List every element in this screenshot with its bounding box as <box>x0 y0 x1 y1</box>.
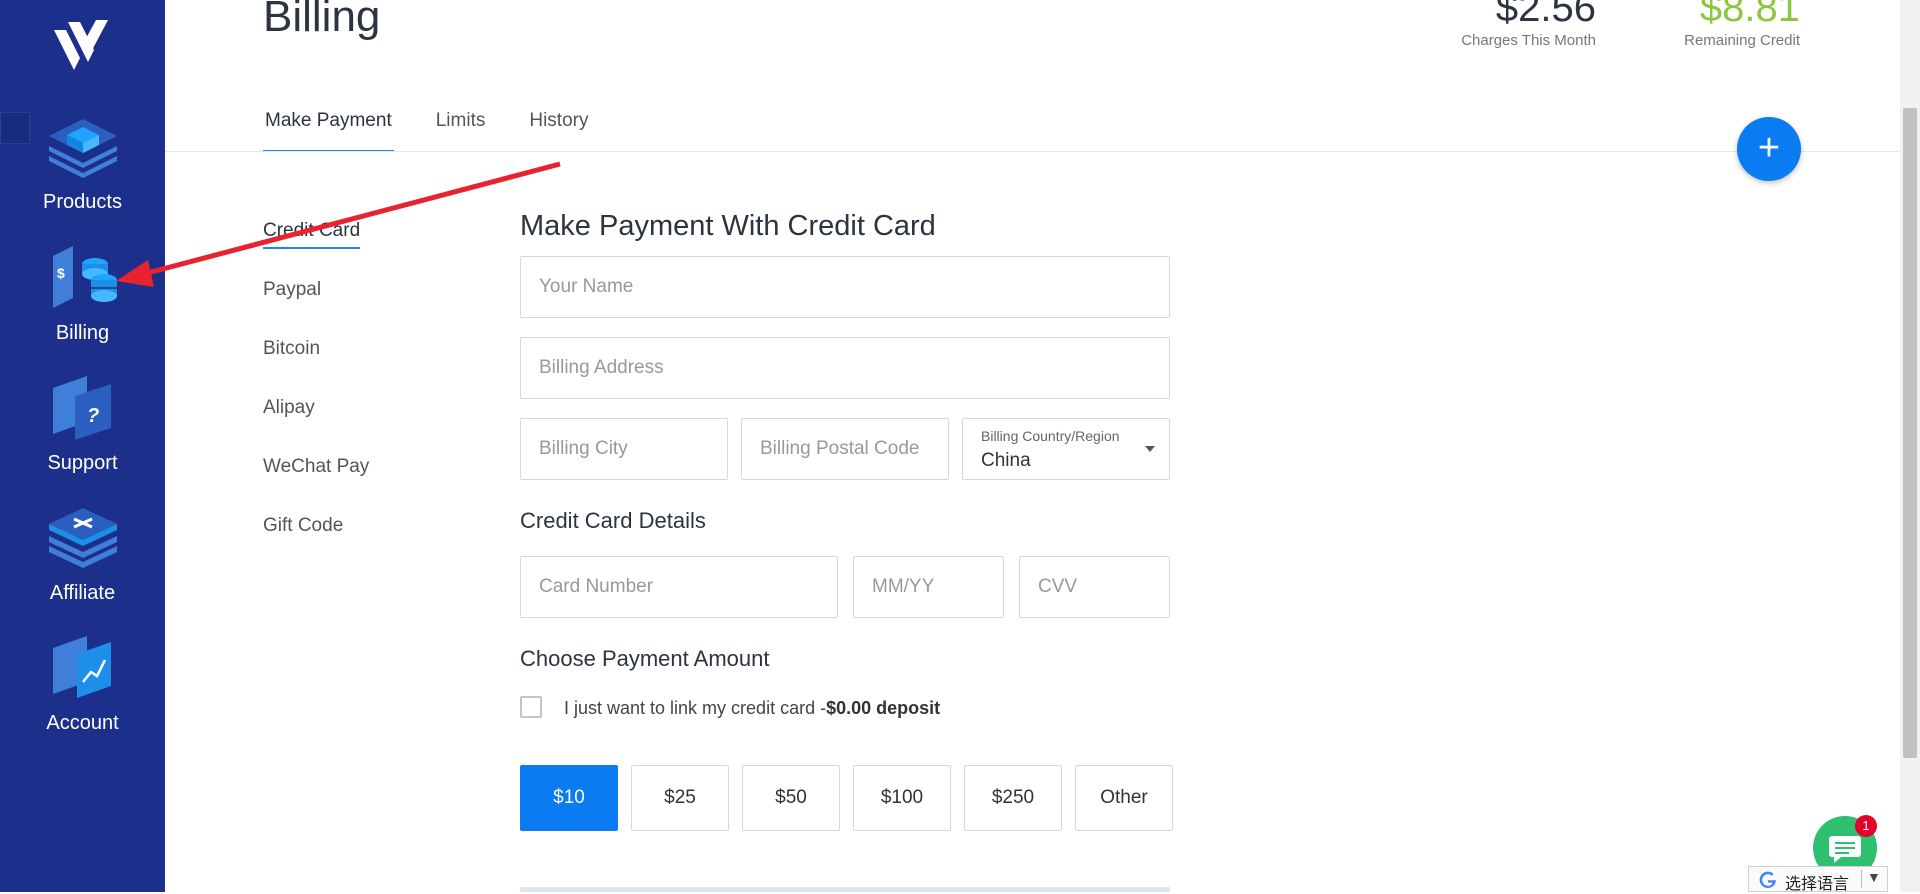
charges-value: $2.56 <box>1495 0 1596 30</box>
affiliate-icon <box>48 508 117 568</box>
sidebar-item-products[interactable]: Products <box>0 105 165 214</box>
submit-area-edge <box>520 887 1170 892</box>
amount-50-button[interactable]: $50 <box>742 765 840 831</box>
sidebar-item-label: Billing <box>55 322 110 344</box>
cvv-input[interactable] <box>1019 556 1170 618</box>
billing-icon: $ <box>52 246 117 308</box>
sidebar-item-label: Account <box>46 712 119 734</box>
tab-history[interactable]: History <box>527 110 590 152</box>
form-title: Make Payment With Credit Card <box>520 210 936 242</box>
link-card-label: I just want to link my credit card -$0.0… <box>564 698 940 719</box>
sidebar-item-billing[interactable]: $ Billing <box>0 236 165 345</box>
method-wechat-pay[interactable]: WeChat Pay <box>263 456 369 515</box>
amount-options: $10 $25 $50 $100 $250 Other <box>520 765 1173 831</box>
method-gift-code[interactable]: Gift Code <box>263 515 369 574</box>
credit-stat: $8.81 Remaining Credit <box>1684 0 1800 49</box>
sidebar-item-support[interactable]: ? Support <box>0 366 165 475</box>
method-alipay[interactable]: Alipay <box>263 397 369 456</box>
language-divider <box>1861 870 1862 888</box>
billing-city-input[interactable] <box>520 418 728 480</box>
page-title: Billing <box>263 0 381 41</box>
payment-method-list: Credit Card Paypal Bitcoin Alipay WeChat… <box>263 220 369 574</box>
name-input[interactable] <box>520 256 1170 318</box>
billing-tabs: Make Payment Limits History <box>263 110 630 152</box>
deposit-amount: $0.00 deposit <box>826 698 941 718</box>
link-card-checkbox[interactable] <box>520 696 542 718</box>
amount-250-button[interactable]: $250 <box>964 765 1062 831</box>
card-number-input[interactable] <box>520 556 838 618</box>
sidebar-item-label: Products <box>43 191 122 213</box>
amount-100-button[interactable]: $100 <box>853 765 951 831</box>
tab-make-payment[interactable]: Make Payment <box>263 110 394 152</box>
method-label: Credit Card <box>263 220 361 249</box>
amount-other-button[interactable]: Other <box>1075 765 1173 831</box>
sidebar-item-label: Support <box>47 452 118 474</box>
products-icon <box>48 119 117 178</box>
language-label: 选择语言 <box>1785 876 1850 893</box>
country-select-label: Billing Country/Region <box>981 428 1120 444</box>
method-paypal[interactable]: Paypal <box>263 279 369 338</box>
expiry-input[interactable] <box>853 556 1004 618</box>
charges-label: Charges This Month <box>1461 32 1596 49</box>
amount-10-button[interactable]: $10 <box>520 765 618 831</box>
charges-stat: $2.56 Charges This Month <box>1461 0 1596 49</box>
language-selector[interactable]: 选择语言 ▼ <box>1748 866 1888 893</box>
page-scrollbar[interactable] <box>1900 0 1920 892</box>
account-icon <box>52 636 111 698</box>
vultr-logo[interactable] <box>50 18 112 74</box>
sidebar-item-affiliate[interactable]: Affiliate <box>0 496 165 605</box>
sidebar-item-account[interactable]: Account <box>0 626 165 735</box>
payment-amount-heading: Choose Payment Amount <box>520 646 770 671</box>
card-details-heading: Credit Card Details <box>520 508 706 533</box>
sidebar-item-label: Affiliate <box>49 582 116 604</box>
method-bitcoin[interactable]: Bitcoin <box>263 338 369 397</box>
country-select-value: China <box>981 450 1031 471</box>
chat-badge: 1 <box>1855 815 1877 837</box>
svg-text:?: ? <box>87 405 99 427</box>
chevron-down-icon <box>1145 446 1155 452</box>
google-icon <box>1759 871 1776 889</box>
billing-postal-code-input[interactable] <box>741 418 949 480</box>
scrollbar-thumb[interactable] <box>1903 108 1917 758</box>
method-credit-card[interactable]: Credit Card <box>263 220 369 279</box>
add-button[interactable]: + <box>1737 117 1801 181</box>
sidebar: Products $ Billing ? Support Affiliate A… <box>0 0 165 892</box>
svg-text:$: $ <box>57 265 65 281</box>
amount-25-button[interactable]: $25 <box>631 765 729 831</box>
billing-address-input[interactable] <box>520 337 1170 399</box>
credit-value: $8.81 <box>1699 0 1800 30</box>
credit-label: Remaining Credit <box>1684 32 1800 49</box>
support-icon: ? <box>52 376 111 440</box>
link-card-text: I just want to link my credit card - <box>564 698 827 718</box>
chevron-down-icon: ▼ <box>1867 869 1881 885</box>
tabs-divider <box>165 151 1900 152</box>
tab-limits[interactable]: Limits <box>434 110 488 152</box>
country-select[interactable]: Billing Country/Region China <box>962 418 1170 480</box>
